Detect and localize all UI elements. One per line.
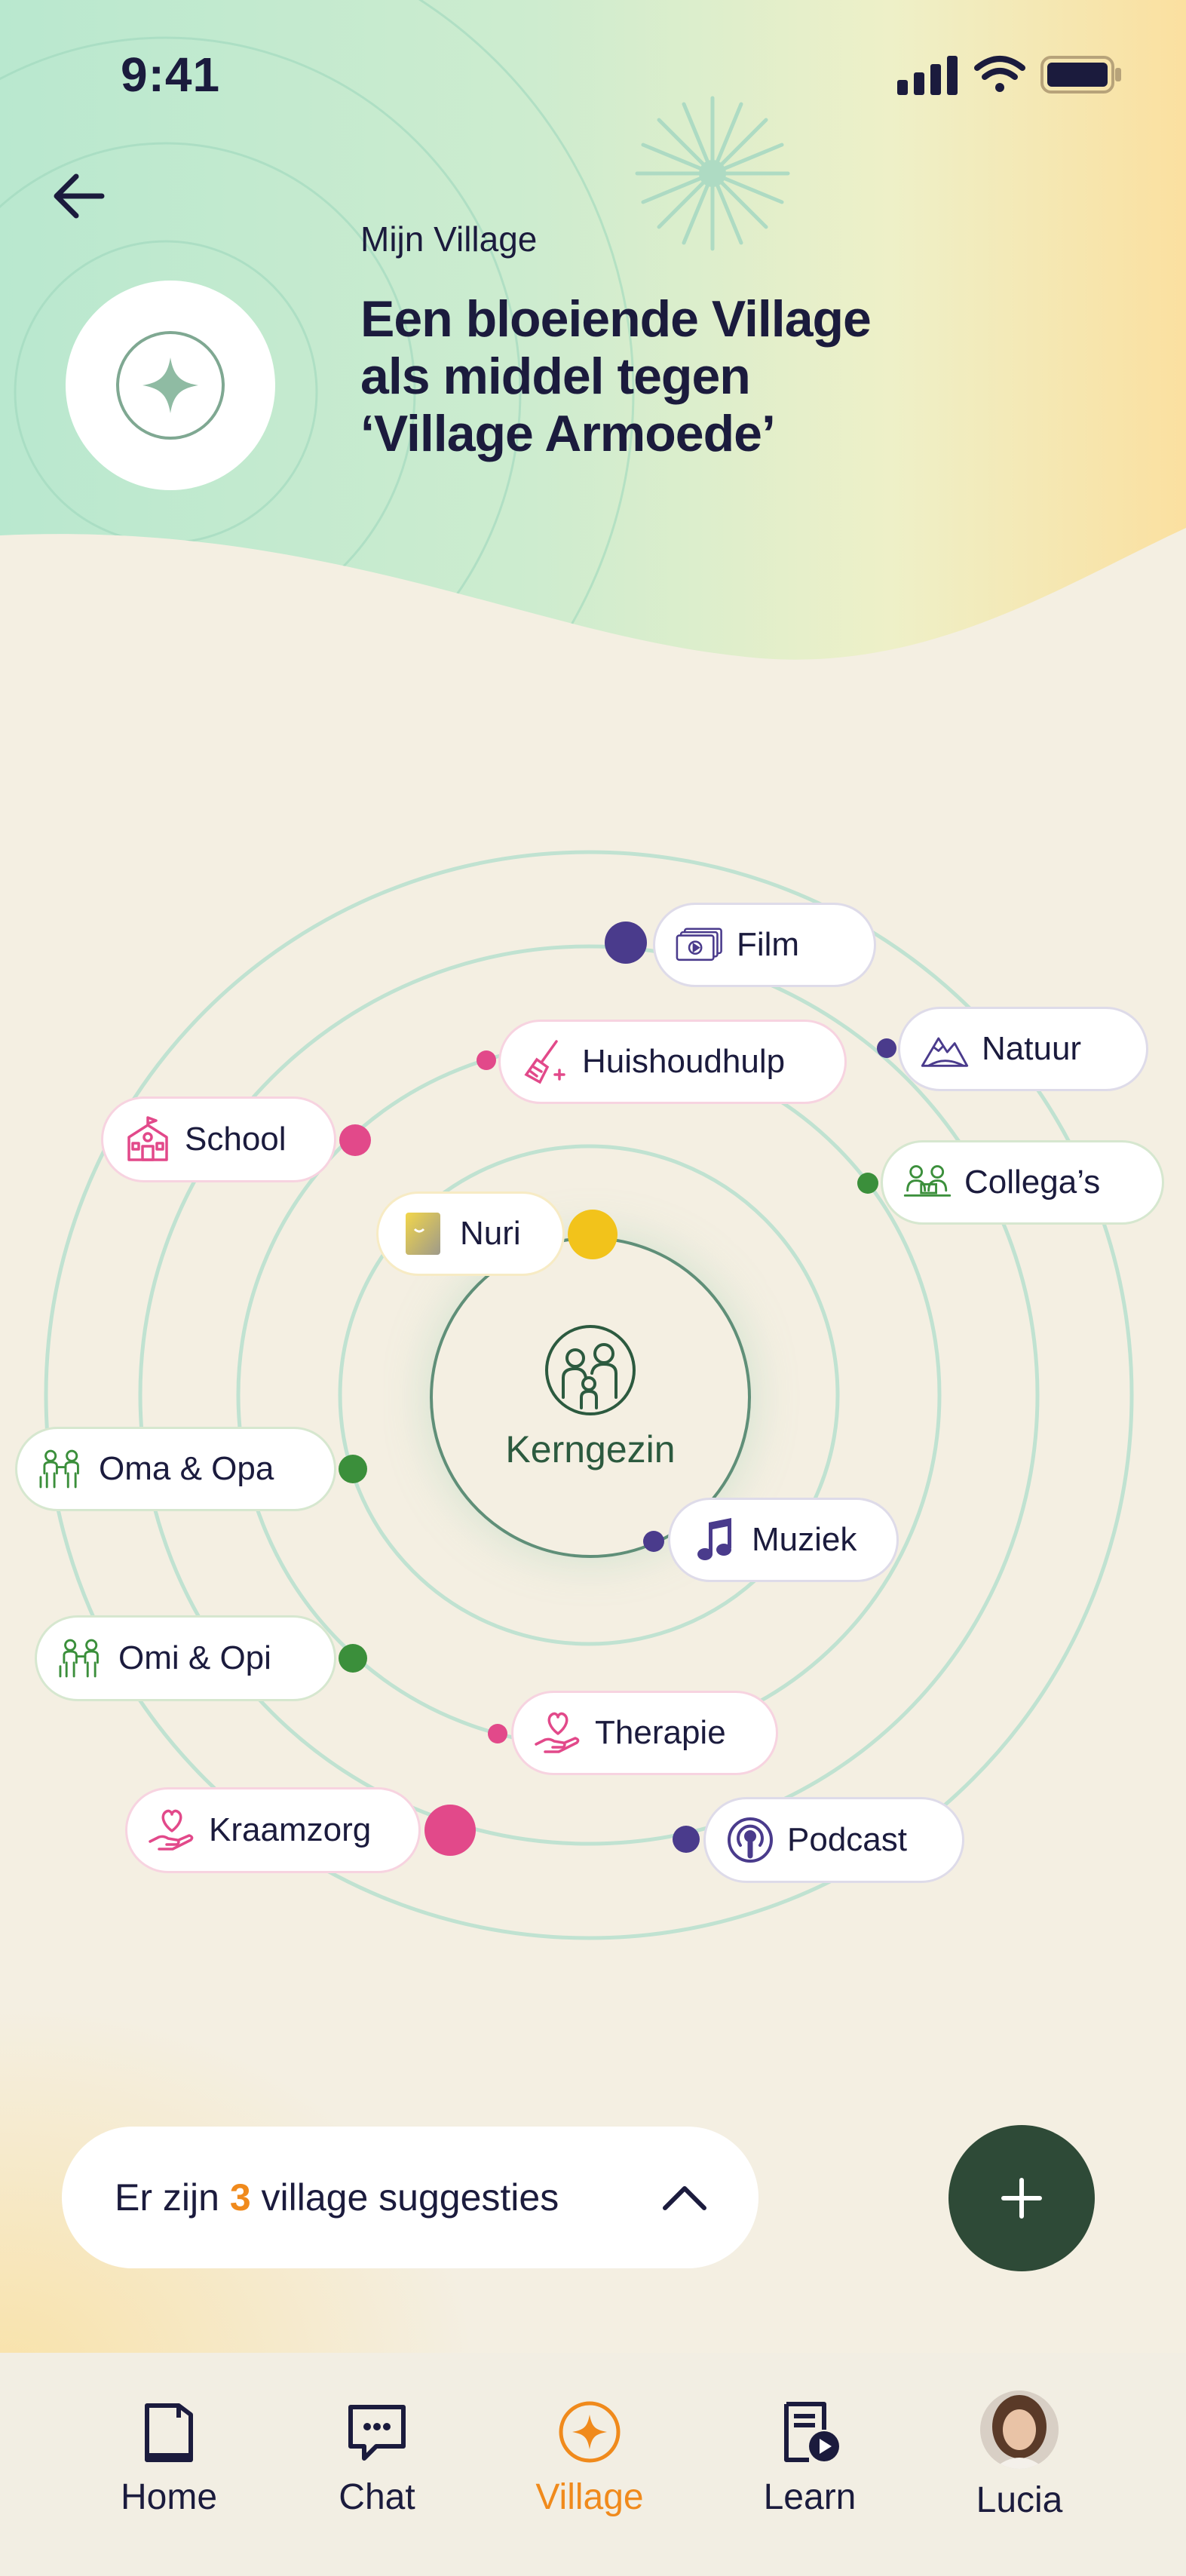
center-label: Kerngezin xyxy=(505,1428,676,1470)
node-label: Natuur xyxy=(982,1030,1082,1067)
suggestions-bar[interactable]: Er zijn 3 village suggesties xyxy=(62,2127,758,2268)
nav-item-chat[interactable]: Chat xyxy=(294,2398,460,2518)
suggestions-prefix: Er zijn xyxy=(115,2176,230,2219)
village-node-nuri[interactable]: Nuri xyxy=(376,1191,565,1276)
chat-icon xyxy=(348,2405,406,2461)
village-node-film[interactable]: Film xyxy=(653,903,876,987)
oma-opa-dot xyxy=(339,1455,367,1483)
film-icon xyxy=(675,920,725,970)
village-node-podcast[interactable]: Podcast xyxy=(703,1797,964,1883)
page-title: Een bloeiende Village als middel tegen ‘… xyxy=(360,290,933,462)
nav-item-learn[interactable]: Learn xyxy=(727,2398,893,2518)
nav-item-profile[interactable]: Lucia xyxy=(936,2390,1102,2521)
suggestions-text: Er zijn 3 village suggesties xyxy=(115,2176,660,2219)
status-icons xyxy=(897,53,1123,98)
battery-icon xyxy=(1040,56,1121,94)
suggestions-count: 3 xyxy=(229,2176,251,2219)
bottom-nav: Home Chat Village Learn Lucia xyxy=(0,2353,1186,2576)
grandparents-icon xyxy=(37,1444,87,1494)
nav-item-village[interactable]: Village xyxy=(507,2398,673,2518)
therapie-dot xyxy=(488,1724,507,1743)
node-label: Huishoudhulp xyxy=(582,1043,786,1080)
status-time: 9:41 xyxy=(121,48,221,102)
chevron-up-icon xyxy=(663,2186,706,2210)
nuri-dot xyxy=(568,1210,618,1259)
mountain-icon xyxy=(920,1024,970,1074)
nav-label: Village xyxy=(535,2477,644,2517)
node-label: Therapie xyxy=(595,1714,726,1751)
node-label: Muziek xyxy=(752,1521,857,1558)
screen: 9:41 Mijn Village Een bloeiende Village … xyxy=(0,0,1186,2576)
film-dot xyxy=(605,922,647,964)
village-node-therapie[interactable]: Therapie xyxy=(511,1691,778,1775)
plus-icon xyxy=(1001,2178,1042,2219)
village-star-icon xyxy=(559,2401,621,2463)
book-icon xyxy=(145,2403,193,2462)
sparkle-icon xyxy=(116,331,225,440)
section-label: Mijn Village xyxy=(360,219,538,259)
learn-video-icon xyxy=(784,2402,839,2462)
node-label: Nuri xyxy=(460,1215,521,1252)
heart-hand-icon xyxy=(147,1805,197,1855)
back-button[interactable] xyxy=(38,155,121,238)
village-node-collegas[interactable]: Collega’s xyxy=(881,1140,1164,1225)
starburst-decoration xyxy=(635,96,790,251)
node-label: Kraamzorg xyxy=(209,1811,372,1848)
heart-hand-icon xyxy=(533,1708,583,1758)
nav-label: Chat xyxy=(339,2477,415,2517)
node-label: Podcast xyxy=(787,1821,907,1858)
music-note-icon xyxy=(690,1515,740,1565)
podcast-dot xyxy=(673,1826,700,1853)
huishoudhulp-dot xyxy=(477,1050,496,1070)
village-node-kraamzorg[interactable]: Kraamzorg xyxy=(125,1787,421,1873)
muziek-dot xyxy=(643,1531,664,1552)
village-node-muziek[interactable]: Muziek xyxy=(668,1498,899,1582)
broom-icon xyxy=(520,1037,570,1087)
page-title-line: ‘Village Armoede’ xyxy=(360,405,776,462)
village-node-oma-opa[interactable]: Oma & Opa xyxy=(15,1427,336,1511)
nav-label: Learn xyxy=(763,2477,857,2517)
add-village-member-button[interactable] xyxy=(948,2125,1095,2271)
nav-item-home[interactable]: Home xyxy=(86,2398,252,2518)
natuur-dot xyxy=(877,1038,896,1058)
page-title-line: als middel tegen xyxy=(360,348,751,405)
school-dot xyxy=(339,1124,371,1156)
nuri-photo xyxy=(398,1209,448,1259)
avatar xyxy=(980,2390,1059,2469)
village-node-natuur[interactable]: Natuur xyxy=(898,1007,1148,1091)
wifi-icon xyxy=(974,56,1025,92)
colleagues-icon xyxy=(903,1158,952,1207)
arrow-left-icon xyxy=(54,173,105,219)
node-label: School xyxy=(185,1121,287,1158)
village-node-omi-opi[interactable]: Omi & Opi xyxy=(35,1615,336,1701)
nav-label: Home xyxy=(120,2477,218,2517)
node-label: Omi & Opi xyxy=(118,1639,271,1676)
school-icon xyxy=(123,1115,173,1164)
podcast-icon xyxy=(725,1815,775,1865)
nav-label: Lucia xyxy=(976,2480,1063,2520)
village-node-school[interactable]: School xyxy=(101,1096,336,1182)
kraamzorg-dot xyxy=(424,1805,476,1856)
village-avatar xyxy=(66,281,275,490)
node-label: Film xyxy=(737,926,800,963)
suggestions-suffix: village suggesties xyxy=(250,2176,559,2219)
collegas-dot xyxy=(857,1173,878,1194)
omi-opi-dot xyxy=(339,1644,367,1673)
village-node-huishoudhulp[interactable]: Huishoudhulp xyxy=(498,1020,847,1104)
signal-icon xyxy=(897,56,958,95)
node-label: Oma & Opa xyxy=(99,1450,274,1487)
grandparents-icon xyxy=(57,1633,106,1683)
node-label: Collega’s xyxy=(964,1164,1101,1201)
page-title-line: Een bloeiende Village xyxy=(360,290,872,348)
family-icon xyxy=(545,1325,636,1415)
